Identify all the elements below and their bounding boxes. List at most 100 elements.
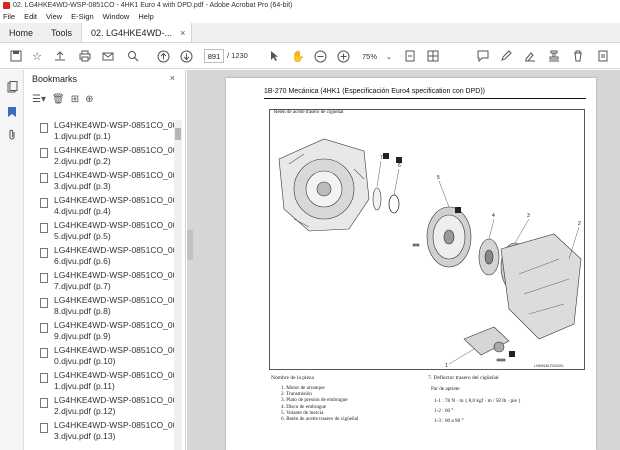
page-total: / 1230 bbox=[227, 51, 248, 60]
bookmark-item[interactable]: LG4HKE4WD-WSP-0851CO_000 1.djvu.pdf (p.1) bbox=[24, 120, 183, 145]
highlight-icon[interactable] bbox=[522, 48, 538, 64]
callout-6: 6 bbox=[398, 163, 401, 169]
bookmark-line1: LG4HKE4WD-WSP-0851CO_001 bbox=[54, 345, 183, 355]
bookmark-item[interactable]: LG4HKE4WD-WSP-0851CO_000 5.djvu.pdf (p.5) bbox=[24, 220, 182, 245]
envelope-icon[interactable] bbox=[100, 48, 116, 64]
bookmark-line1: LG4HKE4WD-WSP-0851CO_000 bbox=[54, 195, 183, 205]
flywheel-drawing bbox=[426, 206, 472, 268]
menu-help[interactable]: Help bbox=[138, 12, 153, 21]
bookmark-item[interactable]: LG4HKE4WD-WSP-0851CO_000 8.djvu.pdf (p.8) bbox=[24, 295, 183, 320]
attachment-icon[interactable] bbox=[5, 128, 19, 142]
bookmark-line1: LG4HKE4WD-WSP-0851CO_001 bbox=[54, 420, 183, 430]
bookmark-line1: LG4HKE4WD-WSP-0851CO_001 bbox=[54, 370, 183, 380]
title-bar: 02. LG4HKE4WD-WSP-0851CO - 4HK1 Euro 4 w… bbox=[0, 0, 620, 10]
bookmark-item[interactable]: LG4HKE4WD-WSP-0851CO_001 3.djvu.pdf (p.13… bbox=[24, 420, 183, 445]
bookmark-item[interactable]: LG4HKE4WD-WSP-0851CO_000 9.djvu.pdf (p.9) bbox=[24, 320, 183, 345]
stamp-icon[interactable] bbox=[546, 48, 562, 64]
exploded-diagram: 7 6 5 4 3 2 1 bbox=[278, 138, 582, 369]
tab-document[interactable]: 02. LG4HKE4WD-... × bbox=[81, 23, 193, 42]
heading-rule bbox=[264, 98, 586, 99]
zoom-select[interactable]: 75% ⌄ bbox=[359, 49, 395, 63]
bookmark-line2: 4.djvu.pdf (p.4) bbox=[54, 206, 111, 216]
bookmarks-panel: Bookmarks × ☰▾ 🗑 ⊞ ⊕ LG4HKE4WD-WSP-0851C… bbox=[24, 70, 186, 450]
document-icon bbox=[40, 223, 48, 233]
figure-id: LNW51BLF002601 bbox=[534, 364, 564, 368]
save-icon[interactable] bbox=[8, 48, 24, 64]
document-icon bbox=[40, 398, 48, 408]
hand-icon[interactable]: ✋ bbox=[290, 48, 306, 64]
bookmarks-close-icon[interactable]: × bbox=[170, 73, 175, 83]
engine-block-drawing bbox=[278, 138, 370, 232]
torque-header: Par de apriete bbox=[431, 386, 460, 392]
trash-icon[interactable] bbox=[570, 48, 586, 64]
add-bookmark-icon[interactable]: ⊕ bbox=[85, 94, 93, 105]
bookmark-item[interactable]: LG4HKE4WD-WSP-0851CO_001 0.djvu.pdf (p.10… bbox=[24, 345, 183, 370]
bookmark-item[interactable]: LG4HKE4WD-WSP-0851CO_001 1.djvu.pdf (p.11… bbox=[24, 370, 183, 395]
torque-list: 1-1 : 78 N · m { 8,0 kgf · m / 58 lb · p… bbox=[434, 396, 521, 426]
bookmarks-scrollbar[interactable] bbox=[174, 120, 182, 450]
bookmark-list: LG4HKE4WD-WSP-0851CO_000 1.djvu.pdf (p.1)… bbox=[24, 120, 183, 445]
tab-home[interactable]: Home bbox=[0, 23, 42, 42]
chevron-down-icon: ⌄ bbox=[385, 51, 392, 61]
star-icon[interactable]: ☆ bbox=[29, 48, 45, 64]
options-menu-icon[interactable]: ☰▾ bbox=[32, 94, 46, 105]
panel-collapse-handle[interactable] bbox=[187, 230, 193, 260]
zoom-out-icon[interactable] bbox=[312, 48, 328, 64]
page-thumbnails-icon[interactable] bbox=[5, 80, 19, 94]
upload-icon[interactable] bbox=[52, 48, 68, 64]
bookmark-line1: LG4HKE4WD-WSP-0851CO_000 bbox=[54, 320, 183, 330]
page-down-icon[interactable] bbox=[178, 48, 194, 64]
select-cursor-icon[interactable] bbox=[267, 48, 283, 64]
menu-edit[interactable]: Edit bbox=[24, 12, 37, 21]
tab-close-icon[interactable]: × bbox=[180, 28, 185, 38]
document-icon bbox=[40, 323, 48, 333]
new-bookmark-icon[interactable]: ⊞ bbox=[71, 94, 79, 105]
document-icon bbox=[40, 423, 48, 433]
pen-icon[interactable] bbox=[498, 48, 514, 64]
rear-deflector-drawing bbox=[372, 187, 382, 211]
bookmark-item[interactable]: LG4HKE4WD-WSP-0851CO_000 6.djvu.pdf (p.6) bbox=[24, 245, 182, 270]
oil-seal-drawing bbox=[388, 194, 400, 214]
bookmark-line1: LG4HKE4WD-WSP-0851CO_001 bbox=[54, 395, 183, 405]
bookmark-line1: LG4HKE4WD-WSP-0851CO_000 bbox=[54, 120, 183, 130]
print-icon[interactable] bbox=[77, 48, 93, 64]
callout-4: 4 bbox=[492, 213, 495, 219]
menu-esign[interactable]: E-Sign bbox=[71, 12, 94, 21]
menu-window[interactable]: Window bbox=[103, 12, 130, 21]
bookmark-line2: 2.djvu.pdf (p.12) bbox=[54, 406, 116, 416]
bookmark-line1: LG4HKE4WD-WSP-0851CO_000 bbox=[54, 270, 183, 280]
export-icon[interactable] bbox=[595, 48, 611, 64]
tab-tools[interactable]: Tools bbox=[42, 23, 81, 42]
fit-page-icon[interactable] bbox=[402, 48, 418, 64]
bookmark-line1: LG4HKE4WD-WSP-0851CO_000 bbox=[54, 295, 183, 305]
comment-icon[interactable] bbox=[475, 48, 491, 64]
bookmark-item[interactable]: LG4HKE4WD-WSP-0851CO_000 7.djvu.pdf (p.7) bbox=[24, 270, 183, 295]
menu-file[interactable]: File bbox=[3, 12, 15, 21]
bookmark-item[interactable]: LG4HKE4WD-WSP-0851CO_000 2.djvu.pdf (p.2) bbox=[24, 145, 183, 170]
callout-1: 1 bbox=[445, 363, 448, 369]
bookmark-line2: 1.djvu.pdf (p.11) bbox=[54, 381, 115, 391]
menu-view[interactable]: View bbox=[46, 12, 62, 21]
bookmark-icon[interactable] bbox=[5, 105, 19, 119]
callout-2: 2 bbox=[578, 221, 581, 227]
search-icon[interactable] bbox=[125, 48, 141, 64]
document-icon bbox=[40, 123, 48, 133]
bookmarks-title: Bookmarks bbox=[32, 74, 78, 84]
zoom-value: 75% bbox=[362, 51, 378, 61]
transmission-drawing bbox=[500, 233, 582, 340]
bookmark-item[interactable]: LG4HKE4WD-WSP-0851CO_000 3.djvu.pdf (p.3) bbox=[24, 170, 182, 195]
bookmark-item[interactable]: LG4HKE4WD-WSP-0851CO_000 4.djvu.pdf (p.4) bbox=[24, 195, 183, 220]
bookmark-line2: 6.djvu.pdf (p.6) bbox=[54, 256, 111, 266]
page-number-input[interactable]: 891 bbox=[204, 49, 224, 63]
tab-bar: Home Tools 02. LG4HKE4WD-... × bbox=[0, 23, 620, 43]
bookmarks-scroll-thumb[interactable] bbox=[175, 128, 181, 140]
delete-bookmark-icon[interactable]: 🗑 bbox=[52, 94, 65, 105]
scroll-mode-icon[interactable] bbox=[425, 48, 441, 64]
document-icon bbox=[40, 248, 48, 258]
zoom-in-icon[interactable] bbox=[335, 48, 351, 64]
parts-list: 1. Motor de arranque 2. Transmisión 3. P… bbox=[281, 385, 358, 422]
bookmark-line1: LG4HKE4WD-WSP-0851CO_000 bbox=[54, 145, 183, 155]
bookmark-item[interactable]: LG4HKE4WD-WSP-0851CO_001 2.djvu.pdf (p.12… bbox=[24, 395, 183, 420]
page-up-icon[interactable] bbox=[155, 48, 171, 64]
left-rail bbox=[0, 70, 24, 450]
